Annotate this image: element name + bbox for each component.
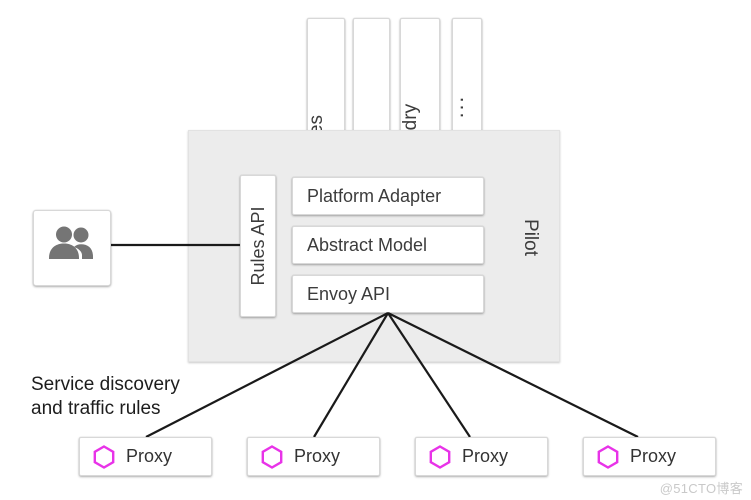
hexagon-icon [93, 444, 115, 469]
hexagon-icon [429, 444, 451, 469]
proxy-box-4[interactable]: Proxy [583, 437, 716, 476]
rules-api-label: Rules API [248, 206, 268, 286]
user-card[interactable] [33, 210, 111, 286]
envoy-api-label: Envoy API [307, 283, 391, 304]
users-icon [49, 226, 93, 259]
diagram-canvas: Kubernetes Mesos CloudFoundry ... Pilot … [0, 0, 751, 500]
ellipsis-icon: ... [445, 94, 468, 118]
platform-adapter-box[interactable]: Platform Adapter [292, 177, 484, 215]
envoy-api-box[interactable]: Envoy API [292, 275, 484, 313]
proxy-label: Proxy [126, 446, 173, 466]
hexagon-icon [261, 444, 283, 469]
proxy-label: Proxy [294, 446, 341, 466]
rules-api-box[interactable]: Rules API [240, 175, 276, 317]
proxy-label: Proxy [630, 446, 677, 466]
proxy-label: Proxy [462, 446, 509, 466]
proxy-box-1[interactable]: Proxy [79, 437, 212, 476]
proxy-box-3[interactable]: Proxy [415, 437, 548, 476]
caption-text: Service discovery and traffic rules [31, 374, 180, 419]
hexagon-icon [597, 444, 619, 469]
proxy-box-2[interactable]: Proxy [247, 437, 380, 476]
abstract-model-box[interactable]: Abstract Model [292, 226, 484, 264]
pilot-label: Pilot [519, 219, 541, 256]
platform-adapter-label: Platform Adapter [307, 185, 442, 206]
watermark: @51CTO博客 [659, 481, 743, 496]
abstract-model-label: Abstract Model [307, 234, 428, 255]
